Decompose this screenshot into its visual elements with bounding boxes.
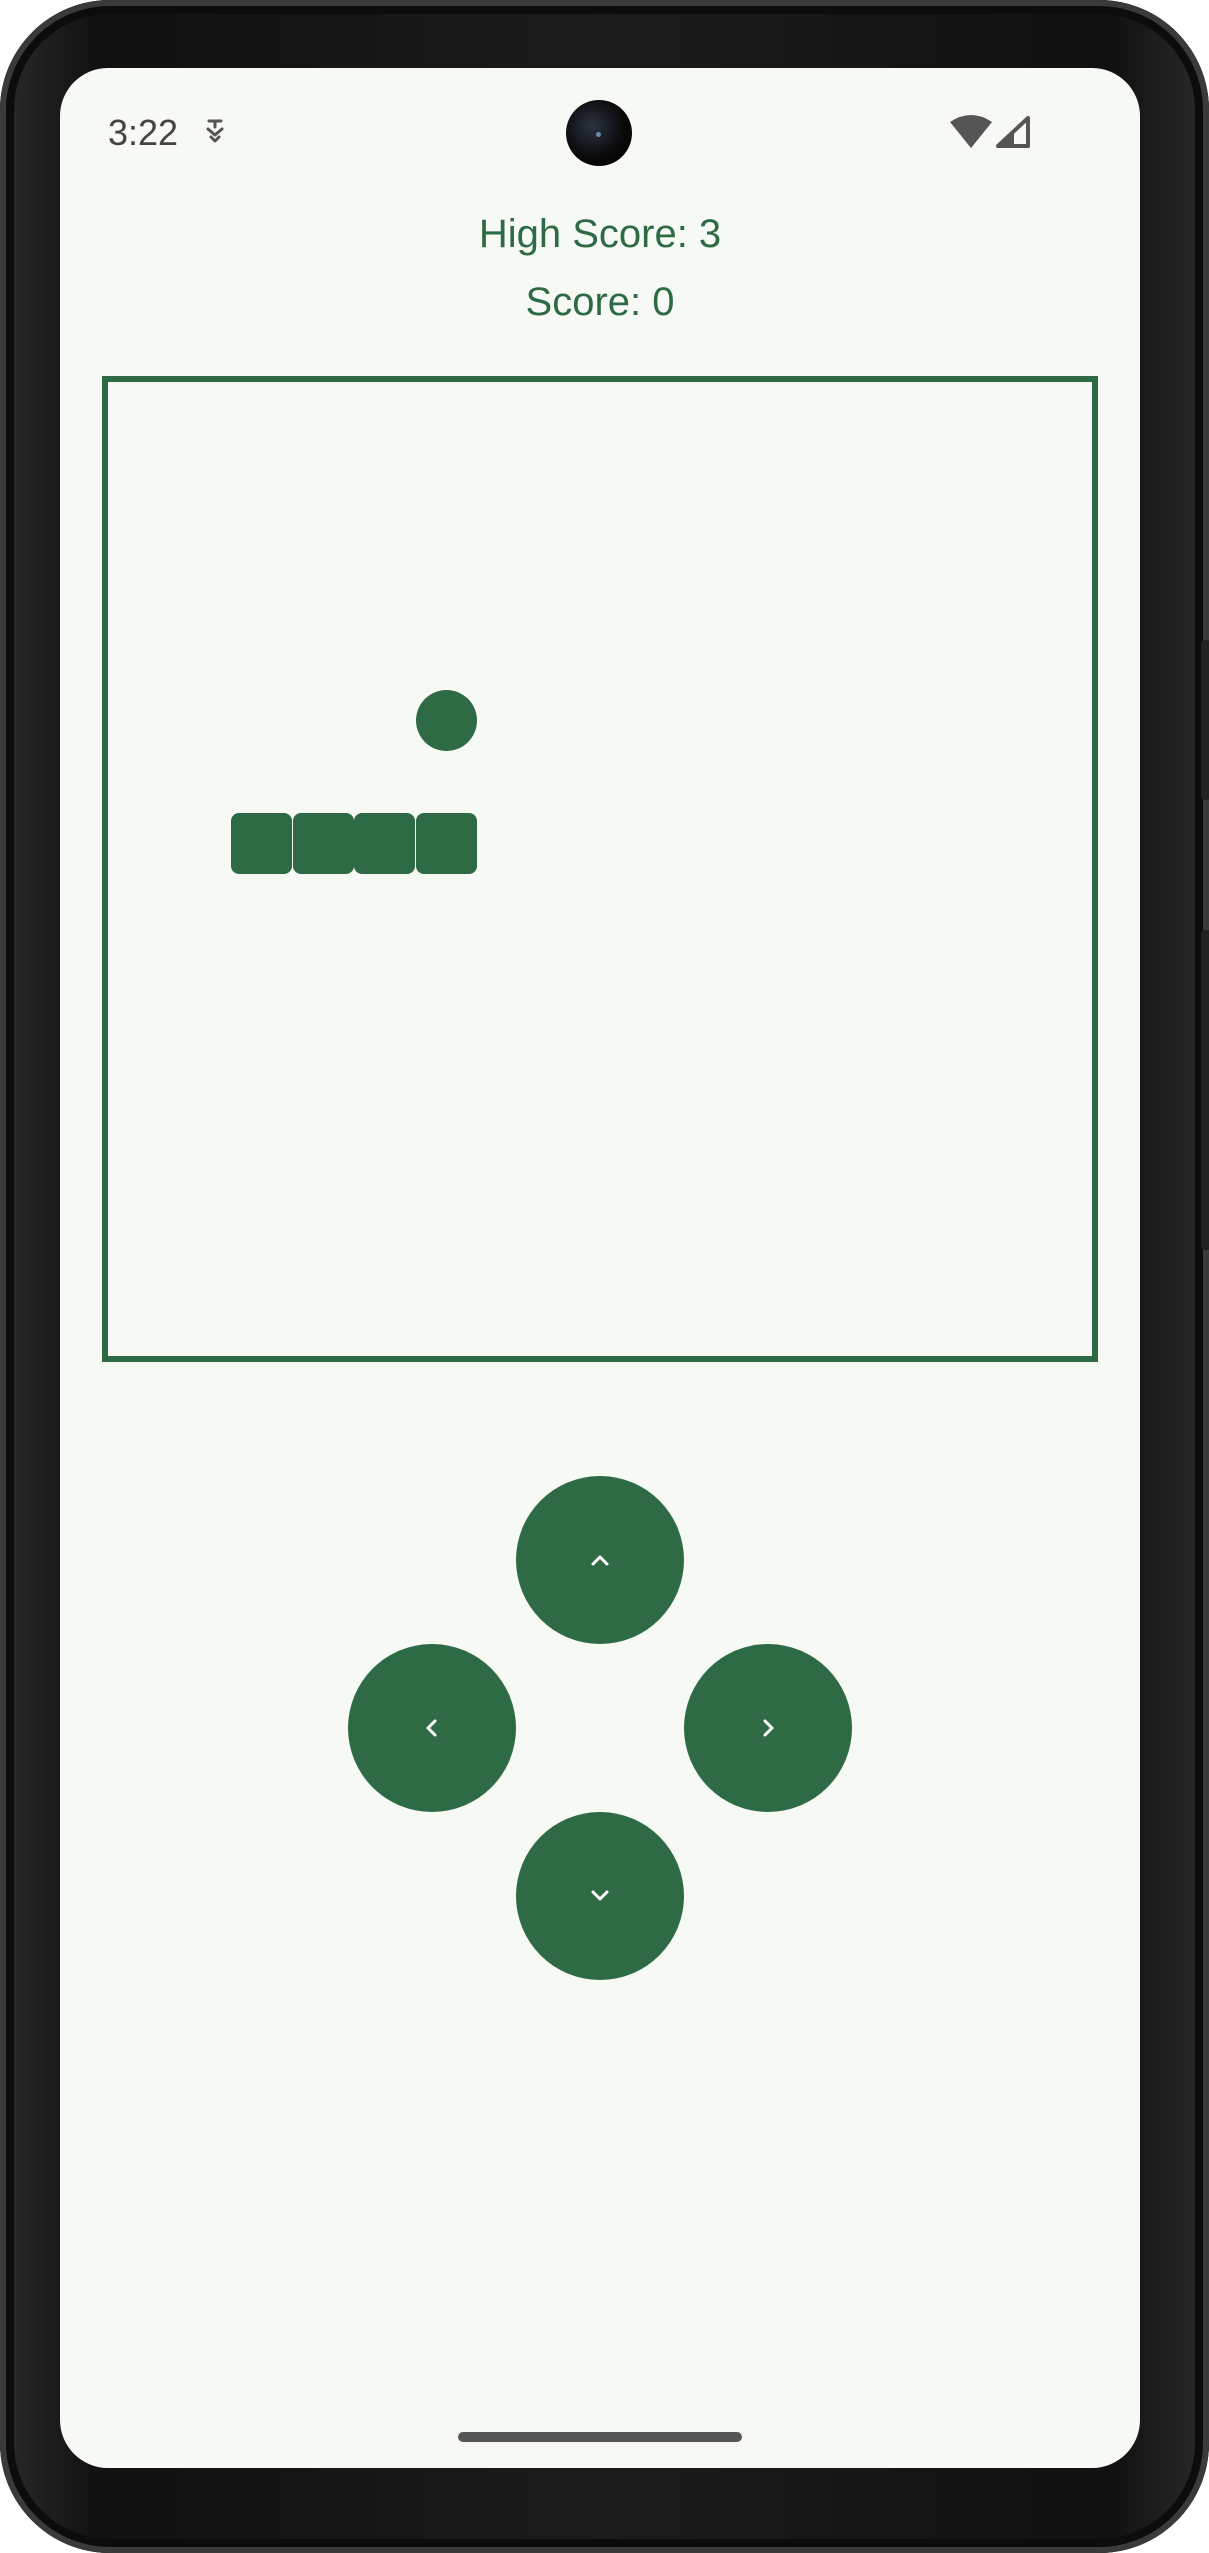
chevron-down-icon [591, 1890, 609, 1901]
wifi-icon [950, 114, 992, 148]
chevron-left-icon [426, 1719, 437, 1737]
sim-card-icon [202, 118, 228, 146]
snake-head [415, 812, 477, 874]
front-camera [566, 100, 632, 166]
volume-button [1201, 930, 1209, 1250]
snake-segment [231, 812, 293, 874]
home-indicator[interactable] [458, 2432, 742, 2442]
game-board[interactable] [102, 376, 1098, 1362]
down-button[interactable] [516, 1812, 684, 1980]
app-screen: 3:22 High Score: 3 Score: 0 [60, 68, 1140, 2468]
right-button[interactable] [684, 1644, 852, 1812]
snake-segment [354, 812, 416, 874]
chevron-right-icon [763, 1719, 774, 1737]
chevron-up-icon [591, 1555, 609, 1566]
score-label: Score: 0 [525, 280, 675, 324]
cellular-signal-icon [996, 116, 1030, 148]
power-button [1201, 640, 1209, 800]
status-bar: 3:22 [60, 68, 1140, 198]
food-pellet [415, 689, 477, 751]
up-button[interactable] [516, 1476, 684, 1644]
phone-frame: 3:22 High Score: 3 Score: 0 [0, 0, 1209, 2553]
high-score-label: High Score: 3 [478, 212, 722, 256]
snake-segment [292, 812, 354, 874]
status-time: 3:22 [108, 112, 179, 153]
left-button[interactable] [348, 1644, 516, 1812]
